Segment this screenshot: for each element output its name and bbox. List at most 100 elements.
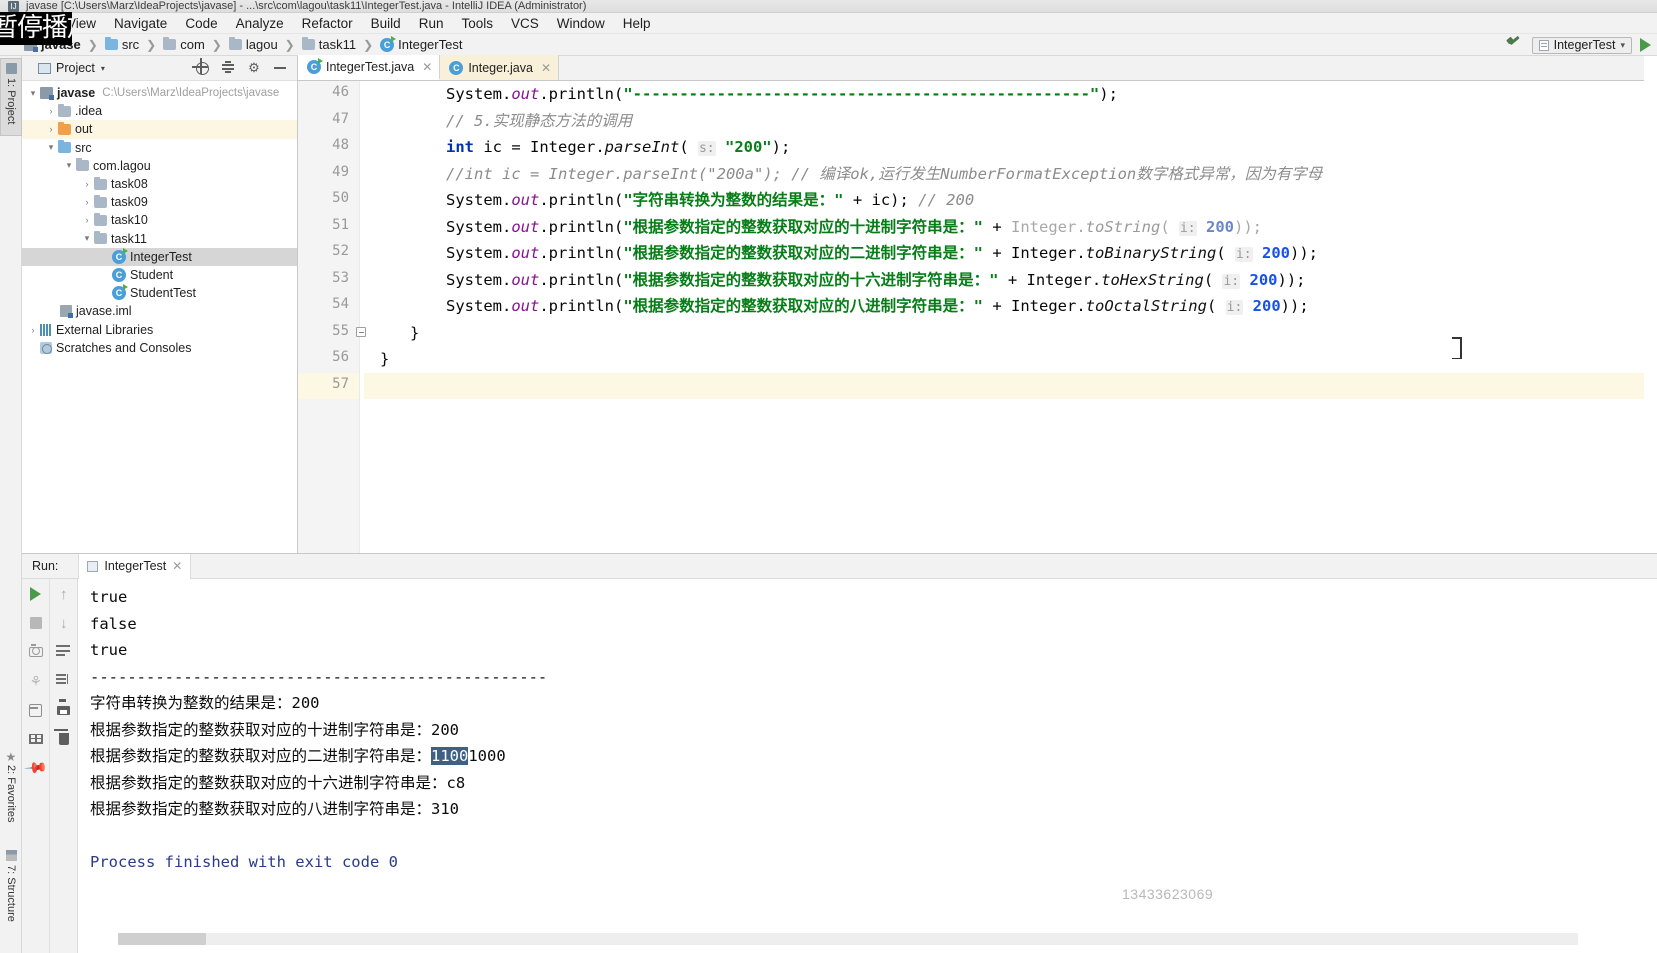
sidebar-item-project[interactable]: 1: Project xyxy=(0,58,22,136)
console-horizontal-scrollbar[interactable] xyxy=(118,933,1578,945)
menu-item-analyze[interactable]: Analyze xyxy=(227,13,293,34)
code-line-55: } xyxy=(410,323,420,342)
breadcrumb-item-src[interactable]: src xyxy=(103,37,141,52)
expand-twisty-icon[interactable]: › xyxy=(80,179,94,189)
menu-item-build[interactable]: Build xyxy=(362,13,410,34)
print-icon[interactable] xyxy=(56,702,72,718)
stop-icon[interactable] xyxy=(28,615,44,631)
trash-icon[interactable] xyxy=(56,731,72,747)
tree-item-javase[interactable]: ▾ javase C:\Users\Marz\IdeaProjects\java… xyxy=(22,84,297,102)
export-icon[interactable] xyxy=(28,702,44,718)
folder-icon xyxy=(301,37,315,50)
close-icon[interactable]: ✕ xyxy=(172,559,182,573)
line-number: 49 xyxy=(332,163,349,180)
line-number: 53 xyxy=(332,269,349,286)
breadcrumb-separator: ❯ xyxy=(284,37,295,52)
menu-item-window[interactable]: Window xyxy=(548,13,614,34)
collapse-all-icon[interactable] xyxy=(221,61,235,75)
tree-item-out[interactable]: › out xyxy=(22,120,297,139)
rerun-play-icon[interactable] xyxy=(28,586,44,602)
tree-item-integertest[interactable]: C IntegerTest xyxy=(22,247,297,266)
tab-integertest-java[interactable]: C IntegerTest.java ✕ xyxy=(298,55,441,80)
menu-item-code[interactable]: Code xyxy=(176,13,226,34)
package-icon xyxy=(94,176,107,190)
expand-twisty-icon[interactable]: › xyxy=(26,325,40,335)
expand-twisty-icon[interactable]: › xyxy=(44,106,58,116)
tree-item-src[interactable]: ▾ src xyxy=(22,139,297,157)
chevron-down-icon: ▾ xyxy=(1620,39,1625,50)
expand-twisty-icon[interactable]: ▾ xyxy=(26,88,40,99)
source-folder-icon xyxy=(104,37,118,50)
rerun-failed-tests-icon[interactable]: ⚘ xyxy=(28,673,44,689)
breadcrumb-item-task11[interactable]: task11 xyxy=(300,37,358,52)
breadcrumb-item-lagou[interactable]: lagou xyxy=(227,37,280,52)
expand-twisty-icon[interactable]: ▾ xyxy=(44,142,58,153)
console-line: 根据参数指定的整数获取对应的十六进制字符串是：c8 xyxy=(90,773,466,792)
breadcrumb-item-com[interactable]: com xyxy=(161,37,207,52)
expand-twisty-icon[interactable]: ▾ xyxy=(62,160,76,171)
arrow-up-icon[interactable]: ↑ xyxy=(56,586,72,603)
tree-item-external-libraries[interactable]: › External Libraries xyxy=(22,320,297,338)
tree-item-label: task09 xyxy=(111,195,148,210)
editor-gutter[interactable]: 46 47 48 49 50 51 52 53 54 55 56 57 xyxy=(298,81,360,553)
code-editor[interactable]: 46 47 48 49 50 51 52 53 54 55 56 57 Syst… xyxy=(298,81,1657,553)
menu-item-vcs[interactable]: VCS xyxy=(502,13,548,34)
tree-item-label: Scratches and Consoles xyxy=(56,340,192,355)
tree-item-task10[interactable]: › task10 xyxy=(22,211,297,229)
breadcrumb-item-integertest[interactable]: C IntegerTest xyxy=(378,35,464,52)
menu-item-navigate[interactable]: Navigate xyxy=(105,13,176,34)
layout-icon[interactable] xyxy=(28,731,44,747)
code-line-50: System.out.println("字符串转换为整数的结果是：" + ic)… xyxy=(446,191,975,209)
expand-twisty-icon[interactable]: › xyxy=(80,215,94,225)
menu-item-refactor[interactable]: Refactor xyxy=(293,13,362,34)
tree-item-task09[interactable]: › task09 xyxy=(22,193,297,211)
tool-tab-label: 1: Project xyxy=(5,78,17,125)
gear-icon[interactable]: ⚙ xyxy=(247,60,261,75)
hammer-icon[interactable] xyxy=(1506,37,1524,53)
menu-item-help[interactable]: Help xyxy=(614,13,660,34)
close-icon[interactable]: ✕ xyxy=(541,61,551,75)
scrollbar-thumb[interactable] xyxy=(118,933,206,945)
menu-item-tools[interactable]: Tools xyxy=(452,13,502,34)
tab-label: IntegerTest.java xyxy=(326,59,415,74)
menu-item-run[interactable]: Run xyxy=(410,13,453,34)
arrow-down-icon[interactable]: ↓ xyxy=(56,615,72,632)
locate-target-icon[interactable] xyxy=(195,61,209,75)
soft-wrap-icon[interactable] xyxy=(56,644,72,660)
chevron-down-icon[interactable]: ▾ xyxy=(101,64,105,73)
pin-icon[interactable]: 📌 xyxy=(23,756,48,781)
hide-icon[interactable] xyxy=(273,61,287,75)
structure-icon xyxy=(5,850,17,861)
tree-item-javase-iml[interactable]: javase.iml xyxy=(22,302,297,320)
scroll-to-end-icon[interactable] xyxy=(56,673,72,689)
tree-item-idea[interactable]: › .idea xyxy=(22,102,297,120)
line-number: 47 xyxy=(332,110,349,127)
camera-icon[interactable] xyxy=(28,644,44,660)
tab-integer-java[interactable]: C Integer.java ✕ xyxy=(440,55,560,80)
expand-twisty-icon[interactable]: › xyxy=(80,197,94,207)
expand-twisty-icon[interactable]: ▾ xyxy=(80,233,94,244)
tree-item-task08[interactable]: › task08 xyxy=(22,175,297,193)
menu-bar: View Navigate Code Analyze Refactor Buil… xyxy=(0,13,1657,34)
line-number: 57 xyxy=(332,375,349,392)
navigation-bar: javase ❯ src ❯ com ❯ lagou ❯ task11 ❯ xyxy=(0,34,1657,56)
sidebar-item-structure[interactable]: 7: Structure xyxy=(0,846,22,942)
expand-twisty-icon[interactable]: › xyxy=(44,124,58,134)
tree-item-com-lagou[interactable]: ▾ com.lagou xyxy=(22,157,297,175)
close-icon[interactable]: ✕ xyxy=(422,60,432,74)
tree-item-student[interactable]: C Student xyxy=(22,266,297,284)
tree-item-task11[interactable]: ▾ task11 xyxy=(22,230,297,248)
text-caret-icon xyxy=(1452,337,1462,359)
run-tab-label: IntegerTest xyxy=(104,559,167,573)
sidebar-item-favorites[interactable]: ★ 2: Favorites xyxy=(0,746,22,838)
run-tab-integertest[interactable]: IntegerTest ✕ xyxy=(78,553,192,579)
tree-item-scratches[interactable]: Scratches and Consoles xyxy=(22,339,297,357)
tree-item-studenttest[interactable]: C StudentTest xyxy=(22,284,297,302)
editor-vertical-scrollbar[interactable] xyxy=(1644,56,1657,553)
run-play-icon[interactable] xyxy=(1640,38,1651,52)
run-configuration-selector[interactable]: IntegerTest ▾ xyxy=(1531,36,1632,54)
gutter-line: 52 xyxy=(298,240,359,267)
console-output[interactable]: true false true ------------------------… xyxy=(78,579,1657,953)
gutter-line: 51 xyxy=(298,214,359,241)
